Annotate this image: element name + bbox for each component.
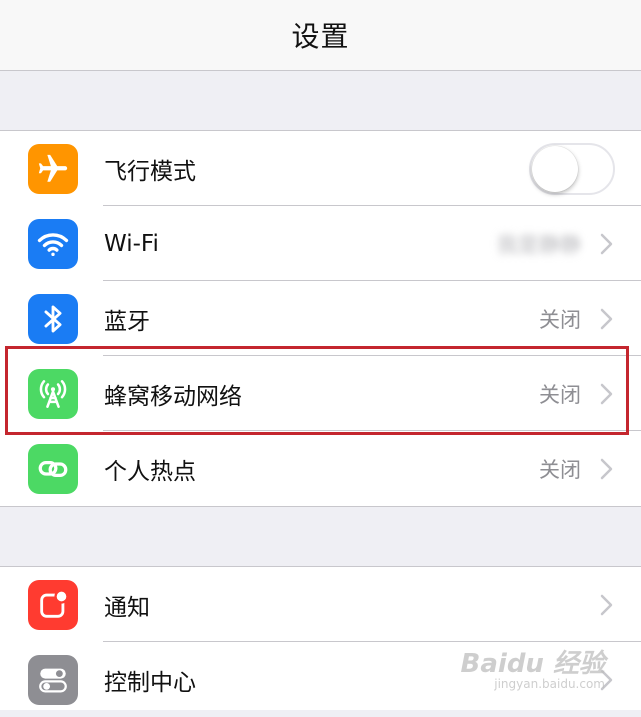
row-label-control-center: 控制中心: [104, 669, 196, 696]
airplane-icon: [28, 143, 78, 194]
bluetooth-icon: [28, 293, 78, 344]
row-label-personal-hotspot: 个人热点: [104, 458, 196, 485]
chevron-right-icon: [600, 594, 613, 615]
row-label-bluetooth: 蓝牙: [104, 308, 150, 335]
bluetooth-status: 关闭: [539, 307, 581, 332]
notifications-icon: [28, 579, 78, 630]
personal-hotspot-status: 关闭: [539, 457, 581, 482]
settings-row-notifications[interactable]: 通知: [0, 567, 641, 642]
row-label-notifications: 通知: [104, 594, 150, 621]
page-title: 设置: [291, 20, 350, 53]
toggle-knob: [532, 145, 578, 192]
chevron-right-icon: [600, 233, 613, 254]
cellular-antenna-icon: [28, 368, 78, 419]
watermark-url-text: jingyan.baidu.com: [494, 677, 605, 691]
navigation-bar: 设置: [0, 0, 641, 71]
chevron-right-icon: [600, 308, 613, 329]
watermark-main-text: Baidu 经验: [460, 649, 605, 679]
wifi-icon: [28, 218, 78, 269]
settings-group-connectivity: 飞行模式 Wi-Fi 我是静静 蓝牙 关闭 蜂窝移动网络 关闭 个人热点 关闭: [0, 130, 641, 507]
cellular-status: 关闭: [539, 382, 581, 407]
airplane-mode-toggle[interactable]: [529, 142, 615, 195]
row-label-wifi: Wi-Fi: [104, 230, 159, 257]
chevron-right-icon: [600, 458, 613, 479]
settings-row-airplane-mode: 飞行模式: [0, 131, 641, 206]
chevron-right-icon: [600, 383, 613, 404]
control-center-icon: [28, 654, 78, 705]
row-label-cellular: 蜂窝移动网络: [104, 383, 242, 410]
row-label-airplane-mode: 飞行模式: [104, 158, 196, 185]
hotspot-chain-icon: [28, 443, 78, 494]
settings-row-bluetooth[interactable]: 蓝牙 关闭: [0, 281, 641, 356]
wifi-network-name: 我是静静: [497, 232, 581, 257]
settings-row-wifi[interactable]: Wi-Fi 我是静静: [0, 206, 641, 281]
baidu-jingyan-watermark: Baidu 经验 jingyan.baidu.com: [461, 651, 605, 691]
settings-row-cellular[interactable]: 蜂窝移动网络 关闭: [0, 356, 641, 431]
settings-row-personal-hotspot[interactable]: 个人热点 关闭: [0, 431, 641, 506]
